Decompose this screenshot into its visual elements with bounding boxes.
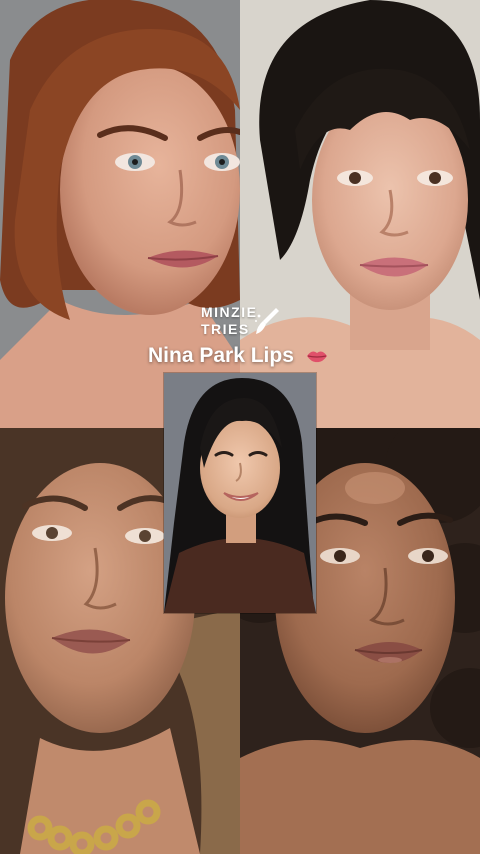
brand-logo: MINZIE TRIES — [198, 304, 290, 338]
lips-icon — [306, 351, 327, 363]
brand-name-line2: TRIES — [201, 321, 250, 337]
video-title-text: Nina Park Lips — [148, 344, 294, 367]
brand-name-line1: MINZIE — [201, 304, 258, 320]
makeup-brush-icon — [255, 308, 279, 334]
video-title: Nina Park Lips — [148, 342, 328, 372]
creator-inset-video — [164, 373, 316, 613]
